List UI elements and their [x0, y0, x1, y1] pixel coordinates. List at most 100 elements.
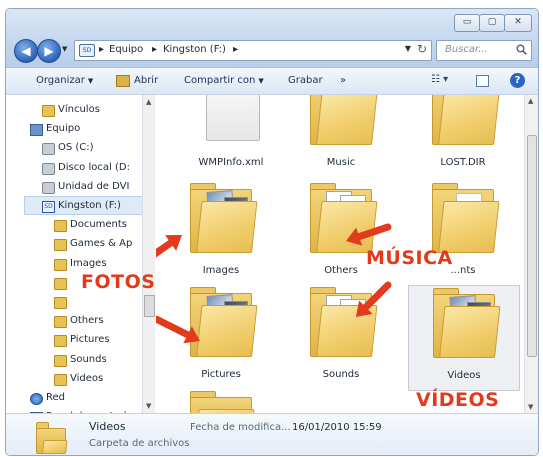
scroll-thumb[interactable]: [527, 135, 537, 357]
folder-icon: [310, 287, 378, 357]
file-item[interactable]: WMPInfo.xml: [176, 95, 286, 177]
forward-button[interactable]: ▶: [37, 39, 61, 63]
nav-item-label: Equipo: [46, 123, 81, 135]
folder-icon: [54, 335, 67, 348]
folder-icon: [54, 373, 67, 386]
breadcrumb-separator-icon[interactable]: ▸: [233, 44, 238, 55]
breadcrumb-separator-icon[interactable]: ▸: [152, 44, 157, 55]
folder-icon: [54, 220, 67, 233]
chevron-down-icon: ▼: [258, 77, 264, 85]
folder-icon: [310, 183, 378, 253]
folder-icon: [432, 95, 500, 145]
details-modified-label: Fecha de modifica...: [190, 422, 291, 433]
command-bar: Organizar ▼ Abrir Compartir con ▼ Grabar »…: [6, 68, 538, 95]
breadcrumb-kingston[interactable]: Kingston (F:): [163, 44, 226, 55]
share-label: Compartir con: [184, 75, 256, 86]
file-item[interactable]: Others: [286, 181, 396, 285]
views-icon[interactable]: ☷ ▾: [431, 74, 448, 85]
file-name: Pictures: [201, 369, 241, 380]
organize-label: Organizar: [36, 75, 85, 86]
computer-icon: [30, 124, 43, 137]
nav-item-label: Disco local (D:: [58, 161, 130, 173]
file-view-scrollbar[interactable]: ▲ ▼: [524, 95, 538, 413]
file-item[interactable]: LOST.DIR: [408, 95, 518, 177]
drive-icon: [42, 181, 55, 194]
folder-icon: [54, 239, 67, 252]
nav-item-label: Documents: [70, 219, 128, 231]
file-item[interactable]: Sounds: [286, 285, 396, 389]
history-dropdown-icon[interactable]: ▼: [62, 45, 67, 53]
folder-icon: [54, 316, 67, 329]
folder-open-icon: [116, 75, 130, 87]
drive-icon: [42, 162, 55, 175]
file-name: Videos: [447, 370, 481, 381]
details-name: Videos: [89, 420, 126, 433]
details-modified-value: 16/01/2010 15:59: [292, 422, 382, 433]
sd-icon: SD: [42, 201, 55, 213]
callout-musica: MÚSICA: [366, 247, 453, 269]
chevron-down-icon: ▼: [87, 77, 94, 85]
scroll-down-icon[interactable]: ▼: [146, 402, 151, 410]
folder-icon: [36, 422, 68, 454]
open-button[interactable]: Abrir: [134, 75, 158, 86]
back-button[interactable]: ◀: [14, 39, 38, 63]
file-item[interactable]: ...nts: [408, 181, 518, 285]
organize-button[interactable]: Organizar ▼: [36, 75, 93, 86]
folder-icon: [190, 183, 258, 253]
address-bar[interactable]: SD ▸ Equipo ▸ Kingston (F:) ▸ ▼ ↻: [74, 40, 432, 61]
scroll-up-icon[interactable]: ▲: [146, 98, 151, 106]
search-icon[interactable]: [516, 44, 527, 55]
title-bar: ▭ ▢ ✕ ◀ ▶ ▼ SD ▸ Equipo ▸ Kingston (F:) …: [6, 9, 538, 68]
folder-icon: [190, 287, 258, 357]
file-name: LOST.DIR: [440, 157, 486, 168]
share-button[interactable]: Compartir con ▼: [184, 75, 264, 86]
callout-fotos: FOTOS: [81, 271, 156, 293]
folder-icon: [54, 297, 67, 309]
file-name: Images: [202, 265, 240, 276]
details-pane: Videos Carpeta de archivos Fecha de modi…: [6, 413, 538, 455]
file-name: WMPInfo.xml: [198, 157, 264, 168]
search-placeholder: Buscar...: [445, 44, 488, 55]
navigation-pane: Vínculos Equipo OS (C:) Disco local (D: Unid…: [6, 95, 143, 413]
maximize-button[interactable]: ▢: [479, 14, 505, 32]
sd-drive-icon: SD: [79, 44, 95, 57]
nav-item-label: Videos: [70, 372, 104, 384]
details-type: Carpeta de archivos: [89, 438, 190, 449]
search-input[interactable]: Buscar...: [436, 40, 532, 61]
nav-item-label: Sounds: [70, 353, 107, 365]
breadcrumb-equipo[interactable]: Equipo: [109, 44, 143, 55]
nav-item-label: Others: [70, 315, 104, 327]
preview-pane-icon[interactable]: [476, 75, 489, 87]
burn-button[interactable]: Grabar: [288, 75, 323, 86]
xml-file-icon: [206, 95, 260, 141]
file-item[interactable]: Pictures: [166, 285, 276, 389]
file-item[interactable]: Images: [166, 181, 276, 285]
file-name: Music: [326, 157, 356, 168]
nav-item-label: Red: [46, 392, 65, 403]
breadcrumb-separator-icon[interactable]: ▸: [99, 44, 104, 55]
nav-item-label: Pictures: [70, 334, 110, 346]
folder-icon: [42, 105, 55, 117]
nav-item-label: Games & Ap: [70, 238, 133, 250]
file-item[interactable]: Videos: [408, 285, 520, 391]
folder-icon: [54, 258, 67, 271]
callout-videos: VÍDEOS: [416, 389, 500, 411]
nav-item-label: OS (C:): [58, 142, 94, 154]
drive-icon: [42, 143, 55, 156]
explorer-window: ▭ ▢ ✕ ◀ ▶ ▼ SD ▸ Equipo ▸ Kingston (F:) …: [5, 8, 539, 456]
folder-icon: [54, 354, 67, 367]
address-dropdown-icon[interactable]: ▼: [405, 44, 411, 53]
close-button[interactable]: ✕: [504, 14, 532, 32]
more-commands-button[interactable]: »: [340, 75, 346, 86]
arrow-right-icon: ▶: [44, 44, 54, 58]
scroll-up-icon[interactable]: ▲: [528, 97, 533, 105]
refresh-icon[interactable]: ↻: [417, 42, 427, 56]
folder-icon: [310, 95, 378, 145]
arrow-left-icon: ◀: [21, 44, 31, 58]
file-item[interactable]: Music: [286, 95, 396, 177]
minimize-button[interactable]: ▭: [454, 14, 480, 32]
help-icon[interactable]: ?: [510, 73, 525, 88]
navigation-scrollbar[interactable]: ▲ ▼: [143, 95, 155, 413]
scroll-thumb[interactable]: [144, 295, 155, 317]
scroll-down-icon[interactable]: ▼: [528, 403, 533, 411]
